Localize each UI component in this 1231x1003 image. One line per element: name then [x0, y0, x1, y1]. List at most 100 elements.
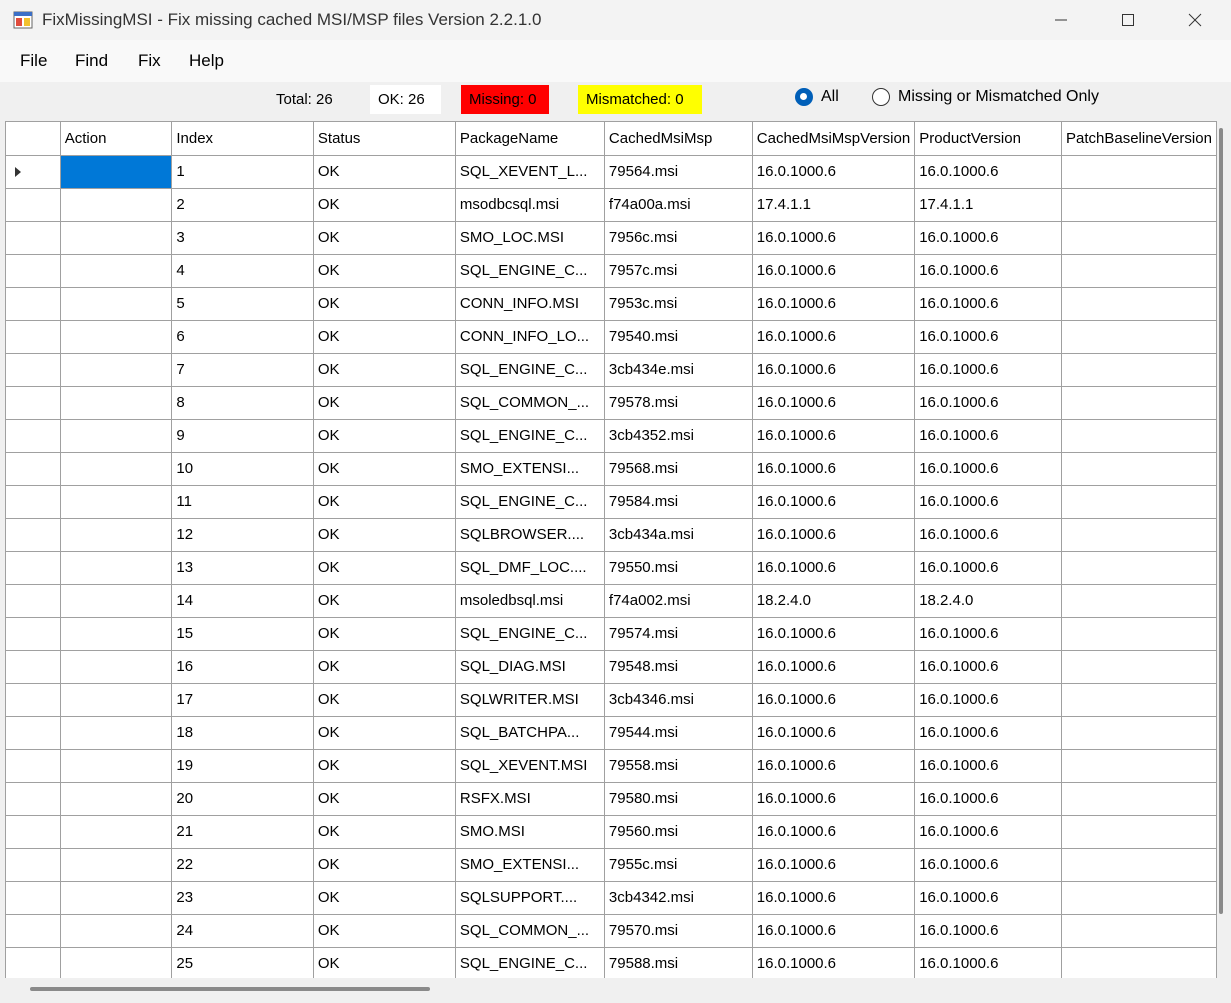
cell-packagename[interactable]: SMO_EXTENSI...: [455, 848, 605, 882]
cell-productversion[interactable]: 17.4.1.1: [914, 188, 1062, 222]
data-grid[interactable]: Action Index Status PackageName CachedMs…: [5, 121, 1217, 978]
cell-cachedmsimspversion[interactable]: 16.0.1000.6: [752, 518, 916, 552]
cell-index[interactable]: 15: [171, 617, 314, 651]
cell-status[interactable]: OK: [313, 419, 456, 453]
cell-productversion[interactable]: 16.0.1000.6: [914, 155, 1062, 189]
cell-cachedmsimspversion[interactable]: 16.0.1000.6: [752, 254, 916, 288]
radio-all-icon[interactable]: [795, 88, 813, 106]
row-header[interactable]: [6, 716, 61, 750]
cell-cachedmsimsp[interactable]: 79588.msi: [604, 947, 753, 978]
cell-cachedmsimspversion[interactable]: 16.0.1000.6: [752, 716, 916, 750]
row-header[interactable]: [6, 617, 61, 651]
cell-index[interactable]: 9: [171, 419, 314, 453]
cell-status[interactable]: OK: [313, 287, 456, 321]
cell-cachedmsimspversion[interactable]: 16.0.1000.6: [752, 155, 916, 189]
cell-cachedmsimsp[interactable]: 3cb434a.msi: [604, 518, 753, 552]
cell-productversion[interactable]: 16.0.1000.6: [914, 518, 1062, 552]
cell-cachedmsimspversion[interactable]: 16.0.1000.6: [752, 881, 916, 915]
cell-patchbaselineversion[interactable]: [1061, 716, 1217, 750]
cell-patchbaselineversion[interactable]: [1061, 683, 1217, 717]
cell-cachedmsimspversion[interactable]: 16.0.1000.6: [752, 914, 916, 948]
cell-productversion[interactable]: 16.0.1000.6: [914, 617, 1062, 651]
cell-productversion[interactable]: 16.0.1000.6: [914, 815, 1062, 849]
cell-patchbaselineversion[interactable]: [1061, 551, 1217, 585]
column-header-productversion[interactable]: ProductVersion: [914, 122, 1062, 156]
row-header[interactable]: [6, 419, 61, 453]
cell-patchbaselineversion[interactable]: [1061, 848, 1217, 882]
table-row[interactable]: 19 OK SQL_XEVENT.MSI 79558.msi 16.0.1000.6 16…: [6, 749, 1217, 783]
cell-index[interactable]: 20: [171, 782, 314, 816]
cell-cachedmsimspversion[interactable]: 16.0.1000.6: [752, 320, 916, 354]
cell-action[interactable]: [60, 914, 173, 948]
cell-packagename[interactable]: SQL_ENGINE_C...: [455, 947, 605, 978]
cell-cachedmsimspversion[interactable]: 16.0.1000.6: [752, 452, 916, 486]
cell-cachedmsimsp[interactable]: 79584.msi: [604, 485, 753, 519]
cell-cachedmsimspversion[interactable]: 16.0.1000.6: [752, 782, 916, 816]
cell-packagename[interactable]: SQL_ENGINE_C...: [455, 617, 605, 651]
cell-index[interactable]: 12: [171, 518, 314, 552]
cell-status[interactable]: OK: [313, 254, 456, 288]
cell-index[interactable]: 17: [171, 683, 314, 717]
table-row[interactable]: 24 OK SQL_COMMON_... 79570.msi 16.0.1000.6 16…: [6, 914, 1217, 948]
cell-action[interactable]: [60, 815, 173, 849]
cell-patchbaselineversion[interactable]: [1061, 584, 1217, 618]
radio-missing-icon[interactable]: [872, 88, 890, 106]
table-row[interactable]: 21 OK SMO.MSI 79560.msi 16.0.1000.6 16.0.1000…: [6, 815, 1217, 849]
cell-productversion[interactable]: 16.0.1000.6: [914, 386, 1062, 420]
cell-status[interactable]: OK: [313, 320, 456, 354]
close-button[interactable]: [1161, 0, 1228, 40]
row-header[interactable]: [6, 452, 61, 486]
column-header-status[interactable]: Status: [313, 122, 456, 156]
cell-patchbaselineversion[interactable]: [1061, 881, 1217, 915]
cell-patchbaselineversion[interactable]: [1061, 155, 1217, 189]
cell-cachedmsimsp[interactable]: 7957c.msi: [604, 254, 753, 288]
cell-patchbaselineversion[interactable]: [1061, 221, 1217, 255]
row-header[interactable]: [6, 320, 61, 354]
cell-status[interactable]: OK: [313, 617, 456, 651]
cell-index[interactable]: 8: [171, 386, 314, 420]
cell-packagename[interactable]: SQL_DIAG.MSI: [455, 650, 605, 684]
table-row[interactable]: 4 OK SQL_ENGINE_C... 7957c.msi 16.0.1000.6 16…: [6, 254, 1217, 288]
cell-action[interactable]: [60, 782, 173, 816]
table-row[interactable]: 22 OK SMO_EXTENSI... 7955c.msi 16.0.1000.6 16…: [6, 848, 1217, 882]
row-header[interactable]: [6, 287, 61, 321]
cell-index[interactable]: 14: [171, 584, 314, 618]
cell-status[interactable]: OK: [313, 551, 456, 585]
cell-cachedmsimsp[interactable]: 79580.msi: [604, 782, 753, 816]
cell-status[interactable]: OK: [313, 947, 456, 978]
cell-productversion[interactable]: 16.0.1000.6: [914, 221, 1062, 255]
cell-cachedmsimspversion[interactable]: 16.0.1000.6: [752, 419, 916, 453]
cell-productversion[interactable]: 16.0.1000.6: [914, 683, 1062, 717]
cell-packagename[interactable]: SQL_BATCHPA...: [455, 716, 605, 750]
row-header[interactable]: [6, 386, 61, 420]
cell-action[interactable]: [60, 518, 173, 552]
cell-patchbaselineversion[interactable]: [1061, 947, 1217, 978]
cell-status[interactable]: OK: [313, 353, 456, 387]
cell-productversion[interactable]: 16.0.1000.6: [914, 881, 1062, 915]
cell-status[interactable]: OK: [313, 716, 456, 750]
cell-patchbaselineversion[interactable]: [1061, 254, 1217, 288]
table-row[interactable]: 3 OK SMO_LOC.MSI 7956c.msi 16.0.1000.6 16.0.1…: [6, 221, 1217, 255]
cell-patchbaselineversion[interactable]: [1061, 419, 1217, 453]
column-header-patchbaselineversion[interactable]: PatchBaselineVersion: [1061, 122, 1217, 156]
cell-cachedmsimspversion[interactable]: 16.0.1000.6: [752, 287, 916, 321]
cell-status[interactable]: OK: [313, 518, 456, 552]
menu-find[interactable]: Find: [75, 51, 108, 71]
table-row[interactable]: 8 OK SQL_COMMON_... 79578.msi 16.0.1000.6 16.…: [6, 386, 1217, 420]
row-header[interactable]: [6, 848, 61, 882]
maximize-button[interactable]: [1094, 0, 1161, 40]
cell-packagename[interactable]: SQLWRITER.MSI: [455, 683, 605, 717]
cell-cachedmsimspversion[interactable]: 16.0.1000.6: [752, 947, 916, 978]
cell-cachedmsimsp[interactable]: 79560.msi: [604, 815, 753, 849]
column-header-action[interactable]: Action: [60, 122, 173, 156]
menu-fix[interactable]: Fix: [138, 51, 161, 71]
cell-action[interactable]: [60, 452, 173, 486]
cell-cachedmsimspversion[interactable]: 16.0.1000.6: [752, 749, 916, 783]
cell-patchbaselineversion[interactable]: [1061, 914, 1217, 948]
cell-cachedmsimsp[interactable]: 3cb4352.msi: [604, 419, 753, 453]
cell-index[interactable]: 16: [171, 650, 314, 684]
cell-status[interactable]: OK: [313, 386, 456, 420]
cell-cachedmsimsp[interactable]: f74a002.msi: [604, 584, 753, 618]
horizontal-scroll-thumb[interactable]: [30, 987, 430, 991]
cell-action[interactable]: [60, 881, 173, 915]
